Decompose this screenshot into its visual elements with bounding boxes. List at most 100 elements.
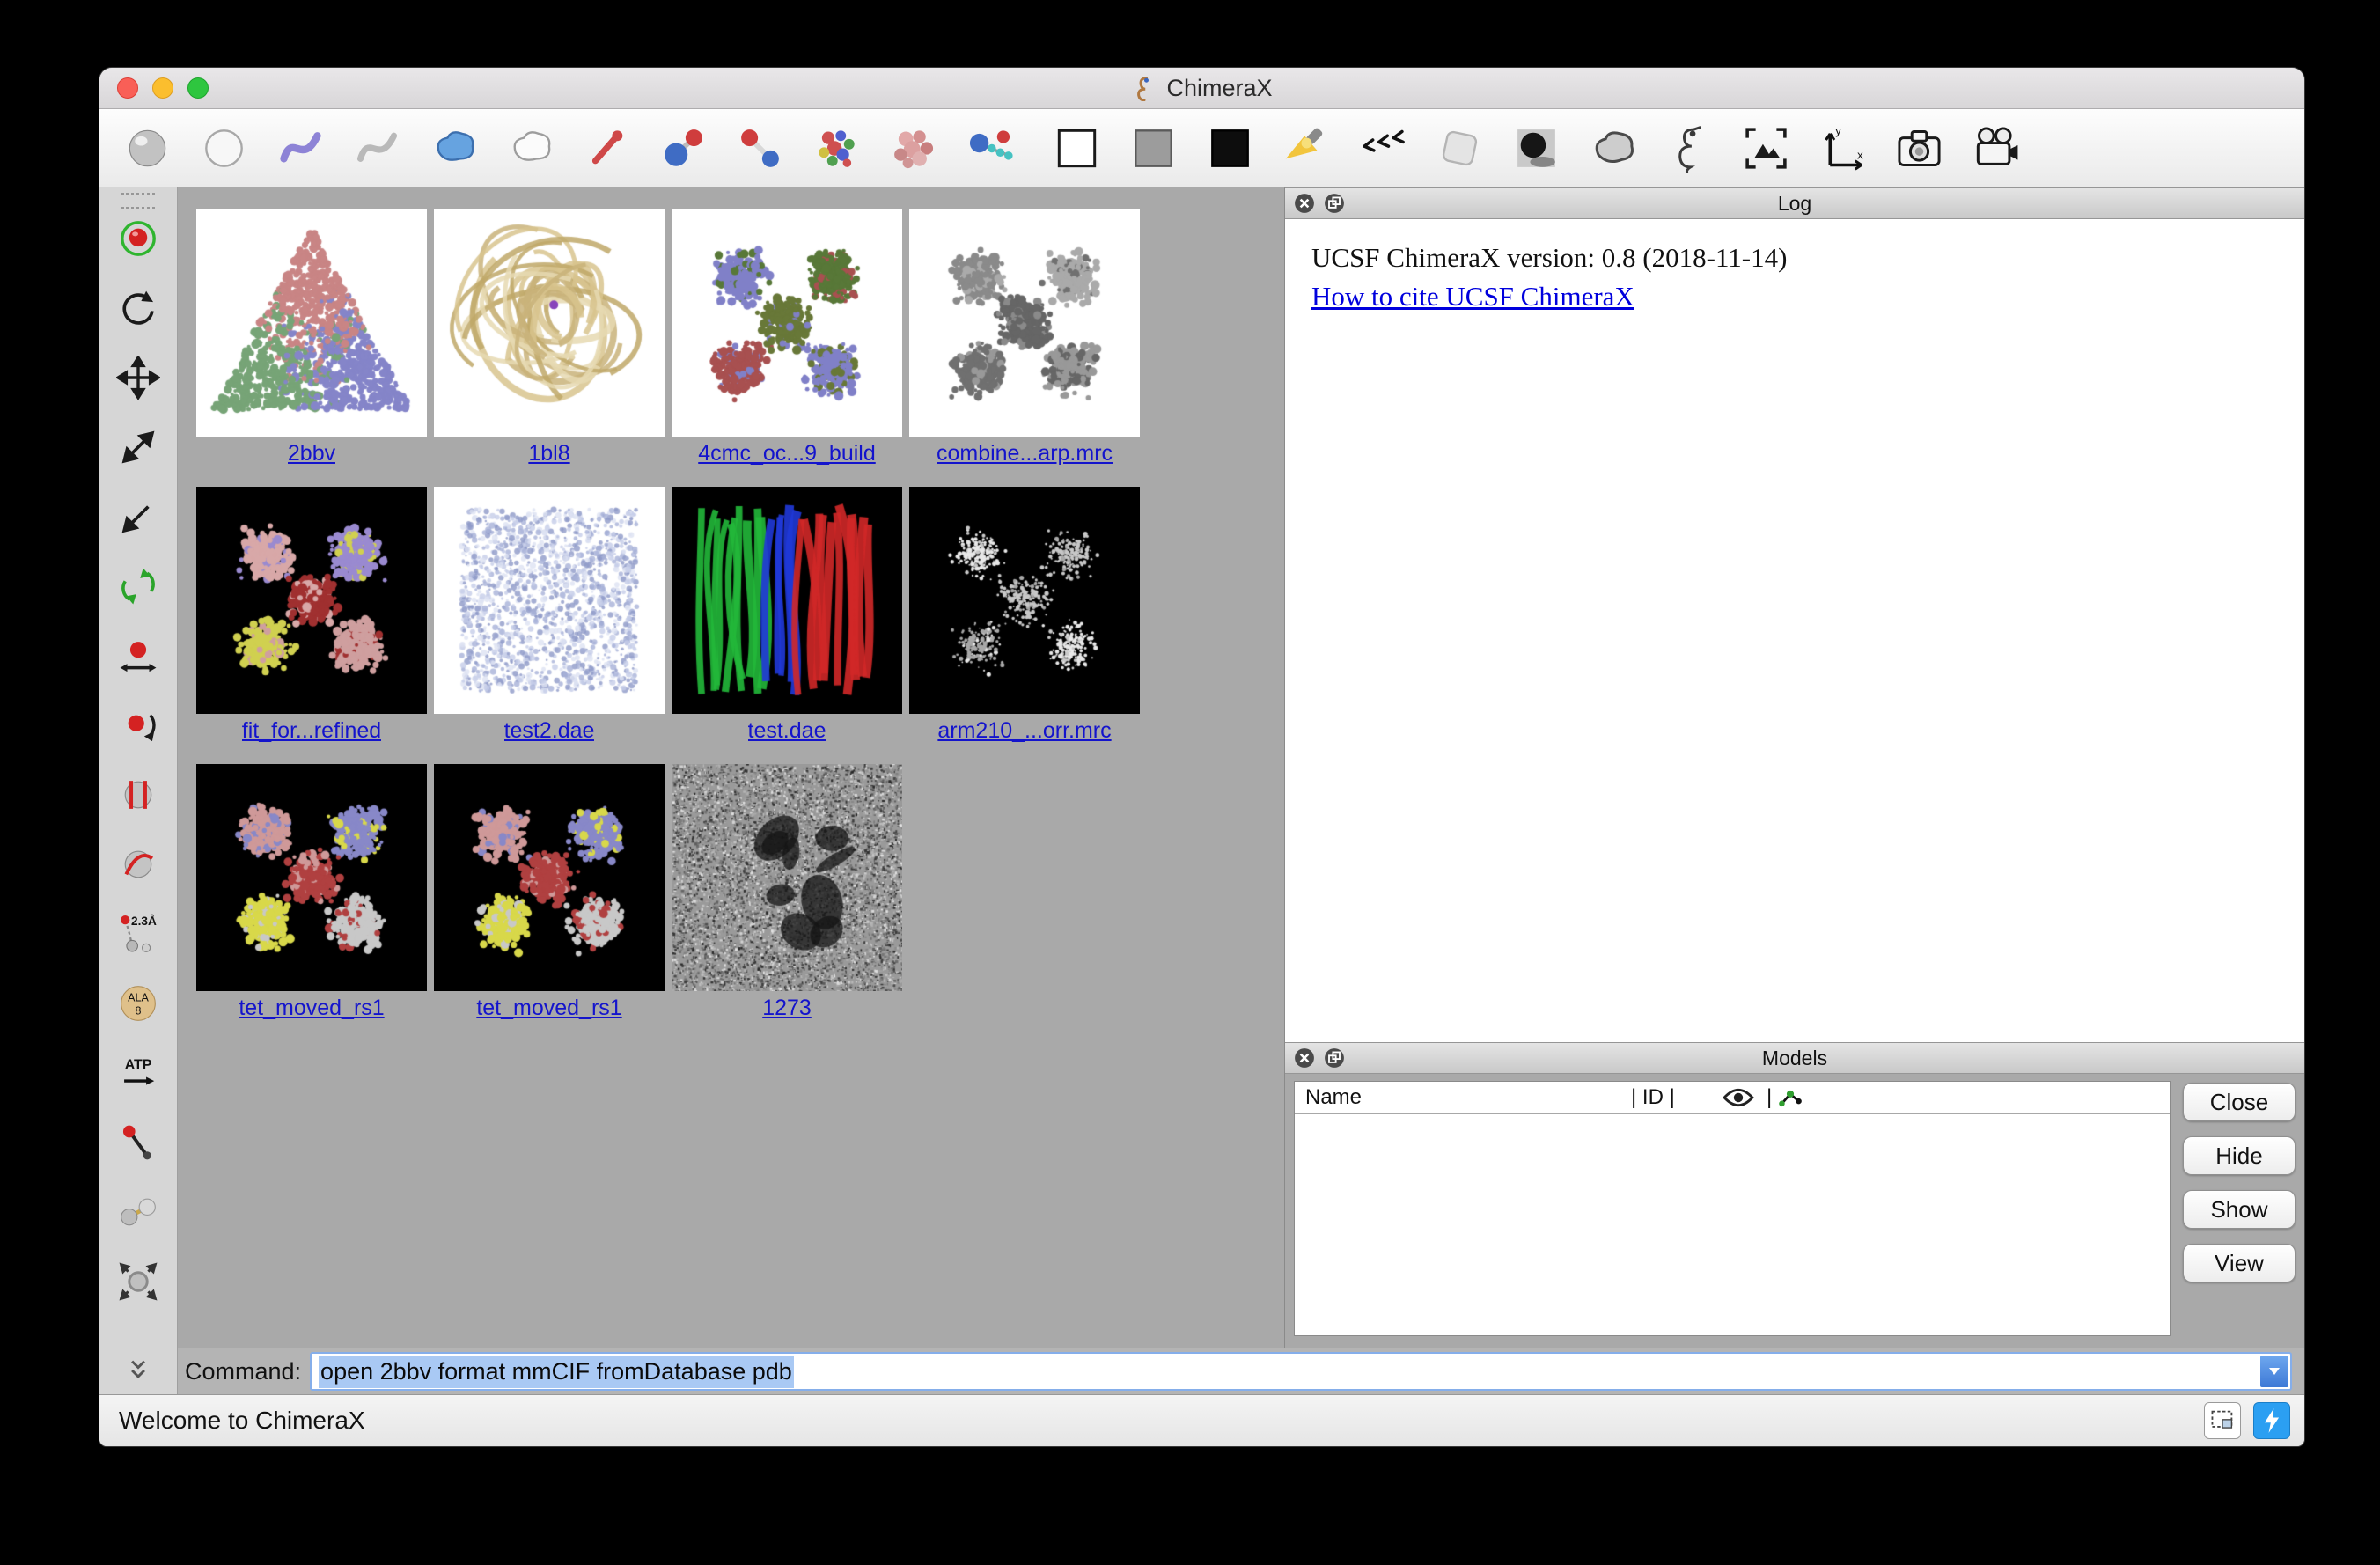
mouse-mode-icons: 2.3Å ALA8 ATP (116, 217, 160, 1350)
file-label[interactable]: fit_for...refined (242, 718, 381, 744)
log-undock-button[interactable] (1324, 193, 1345, 214)
file-label[interactable]: tet_moved_rs1 (239, 996, 384, 1021)
snapshot-icon[interactable] (1894, 123, 1944, 173)
white-background-icon[interactable] (1052, 123, 1102, 173)
window-title-area: ChimeraX (99, 68, 2304, 108)
hide-model-button[interactable]: Hide (2183, 1136, 2296, 1175)
translate-mouse-icon[interactable] (116, 356, 160, 400)
models-list[interactable]: Name | ID | | (1294, 1081, 2171, 1336)
distance-icon[interactable]: 2.3Å (116, 912, 160, 956)
file-history-item: combine...arp.mrc (909, 209, 1140, 467)
translate-selected-icon[interactable] (116, 495, 160, 539)
soft-lighting-icon[interactable] (1435, 123, 1485, 173)
ribbon-outline-icon[interactable] (352, 123, 402, 173)
models-panel: Name | ID | | CloseHid (1285, 1074, 2304, 1348)
atp-icon[interactable]: ATP (116, 1051, 160, 1095)
bond-rotation-icon[interactable] (116, 1120, 160, 1165)
models-buttons: Close Hide Show View (2183, 1081, 2296, 1336)
clip-rotate-icon[interactable] (116, 842, 160, 886)
file-history-item: tet_moved_rs1 (196, 764, 427, 1021)
show-model-button[interactable]: Show (2183, 1190, 2296, 1229)
status-bar: Welcome to ChimeraX (99, 1394, 2304, 1446)
file-thumbnail[interactable] (434, 487, 665, 714)
surface-style-icon[interactable] (429, 123, 479, 173)
black-background-icon[interactable] (1205, 123, 1255, 173)
log-panel-header: Log (1285, 187, 2304, 219)
gray-background-icon[interactable] (1128, 123, 1179, 173)
rotate-atoms-icon[interactable] (116, 703, 160, 747)
cite-chimerax-link[interactable]: How to cite UCSF ChimeraX (1311, 281, 1634, 312)
clip-icon[interactable] (116, 773, 160, 817)
file-thumbnail[interactable] (434, 209, 665, 437)
stick-style-icon[interactable] (582, 123, 632, 173)
swapaa-icon[interactable] (116, 1190, 160, 1234)
file-thumbnail[interactable] (909, 487, 1140, 714)
file-thumbnail[interactable] (434, 764, 665, 991)
view-selected-icon[interactable] (1741, 123, 1791, 173)
toolbar-drag-handle[interactable] (121, 193, 155, 209)
sphere-style-icon[interactable] (122, 123, 173, 173)
file-label[interactable]: tet_moved_rs1 (476, 996, 621, 1021)
file-label[interactable]: 1273 (762, 996, 812, 1021)
file-label[interactable]: 4cmc_oc...9_build (698, 441, 876, 467)
zoom-window-button[interactable] (187, 77, 209, 99)
file-thumbnail[interactable] (196, 487, 427, 714)
file-label[interactable]: 1bl8 (528, 441, 569, 467)
rotate-selected-icon[interactable] (116, 564, 160, 608)
node-molecule-icon[interactable] (965, 123, 1015, 173)
record-movie-icon[interactable] (1971, 123, 2021, 173)
close-window-button[interactable] (117, 77, 138, 99)
command-history-dropdown[interactable] (2260, 1356, 2288, 1387)
play-coordinates-icon[interactable] (116, 1260, 160, 1304)
file-thumbnail[interactable] (196, 764, 427, 991)
file-thumbnail[interactable] (672, 209, 902, 437)
file-history-item: 1273 (672, 764, 902, 1021)
file-history-item: test2.dae (434, 487, 665, 744)
models-undock-button[interactable] (1324, 1047, 1345, 1069)
file-label[interactable]: arm210_...orr.mrc (937, 718, 1111, 744)
sphere-outline-icon[interactable] (199, 123, 249, 173)
titlebar[interactable]: ChimeraX (99, 68, 2304, 109)
full-lighting-icon[interactable] (1358, 123, 1408, 173)
window-body: 2.3Å ALA8 ATP 2bbv 1bl8 4cmc_oc...9_build com… (99, 187, 2304, 1394)
models-close-button[interactable] (1294, 1047, 1315, 1069)
two-ball-stick-icon[interactable] (735, 123, 785, 173)
shadow-icon[interactable] (1511, 123, 1561, 173)
residue-label-icon[interactable]: ALA8 (116, 981, 160, 1025)
command-input[interactable]: open 2bbv format mmCIF fromDatabase pdb (310, 1352, 2292, 1391)
lightning-button[interactable] (2253, 1402, 2290, 1439)
seahorse-icon[interactable] (1664, 123, 1715, 173)
translate-atoms-icon[interactable] (116, 634, 160, 678)
status-message: Welcome to ChimeraX (119, 1407, 365, 1435)
file-label[interactable]: 2bbv (288, 441, 335, 467)
surface-outline-icon[interactable] (505, 123, 555, 173)
pink-cluster-icon[interactable] (888, 123, 938, 173)
simple-lighting-icon[interactable] (1282, 123, 1332, 173)
selection-rectangle-button[interactable] (2204, 1402, 2241, 1439)
file-thumbnail[interactable] (909, 209, 1140, 437)
ball-stick-style-icon[interactable] (658, 123, 709, 173)
svg-text:y: y (1835, 124, 1841, 137)
silhouette-icon[interactable] (1588, 123, 1638, 173)
file-thumbnail[interactable] (196, 209, 427, 437)
command-text-selected: open 2bbv format mmCIF fromDatabase pdb (319, 1356, 794, 1388)
main-and-command: 2bbv 1bl8 4cmc_oc...9_build combine...arp.m… (178, 187, 2304, 1394)
file-label[interactable]: combine...arp.mrc (937, 441, 1113, 467)
expand-toolbar-button[interactable] (119, 1354, 158, 1387)
select-mouse-icon[interactable] (116, 217, 160, 261)
log-panel: UCSF ChimeraX version: 0.8 (2018-11-14) … (1285, 219, 2304, 1042)
rotate-mouse-icon[interactable] (116, 286, 160, 330)
file-thumbnail[interactable] (672, 487, 902, 714)
close-model-button[interactable]: Close (2183, 1083, 2296, 1121)
file-label[interactable]: test2.dae (504, 718, 595, 744)
axes-icon[interactable]: yx (1818, 123, 1868, 173)
zoom-mouse-icon[interactable] (116, 425, 160, 469)
chimerax-window: ChimeraX yx 2.3Å ALA8 ATP 2bbv 1bl8 4cmc_oc.… (99, 68, 2304, 1446)
log-close-button[interactable] (1294, 193, 1315, 214)
file-thumbnail[interactable] (672, 764, 902, 991)
molecule-cluster-icon[interactable] (812, 123, 862, 173)
ribbon-style-icon[interactable] (275, 123, 326, 173)
minimize-window-button[interactable] (152, 77, 173, 99)
view-model-button[interactable]: View (2183, 1244, 2296, 1282)
file-label[interactable]: test.dae (748, 718, 826, 744)
